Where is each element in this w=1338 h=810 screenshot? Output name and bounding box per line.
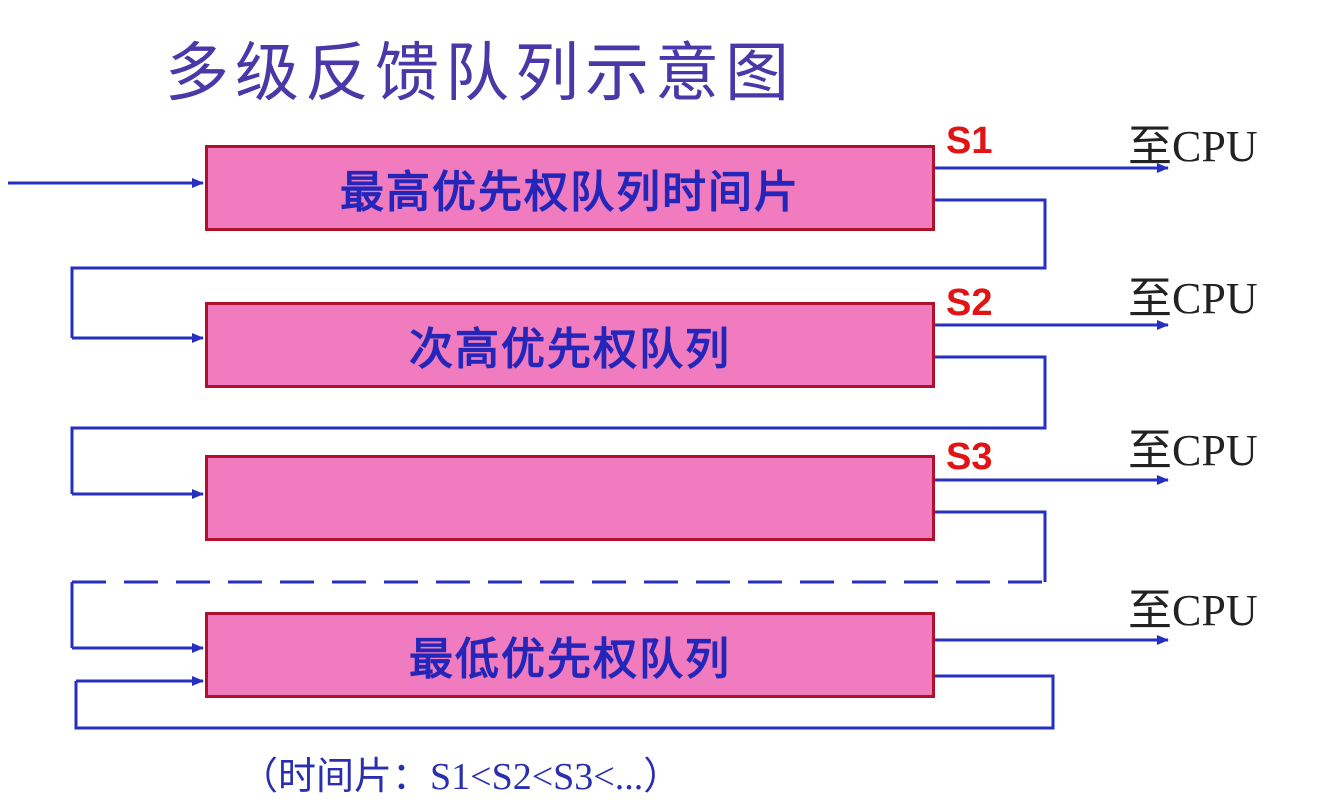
cpu-output-label: 至CPU: [1128, 122, 1258, 171]
queue-box-lowest: 最低优先权队列: [205, 612, 935, 698]
queue-box-highest: 最高优先权队列时间片: [205, 145, 935, 231]
time-slice-label: S1: [946, 120, 993, 162]
time-slice-label: S2: [946, 282, 993, 324]
queue-box-third: [205, 455, 935, 541]
queue-3-feedback: [935, 510, 1047, 582]
diagram: 多级反馈队列示意图 最高优先权队列时间片 S1 至CPU 次高优先权队列 S2 …: [0, 0, 1338, 810]
cpu-output-label: 至CPU: [1128, 586, 1258, 635]
queue-box-second: 次高优先权队列: [205, 302, 935, 388]
time-slice-caption: （时间片：S1<S2<S3<...）: [240, 756, 682, 798]
time-slice-label: S3: [946, 436, 993, 478]
queue-label: 最低优先权队列: [409, 634, 731, 685]
queue-label: 最高优先权队列时间片: [340, 167, 800, 218]
cpu-output-label: 至CPU: [1128, 426, 1258, 475]
queue-label: 次高优先权队列: [409, 324, 731, 375]
cpu-output-label: 至CPU: [1128, 274, 1258, 323]
